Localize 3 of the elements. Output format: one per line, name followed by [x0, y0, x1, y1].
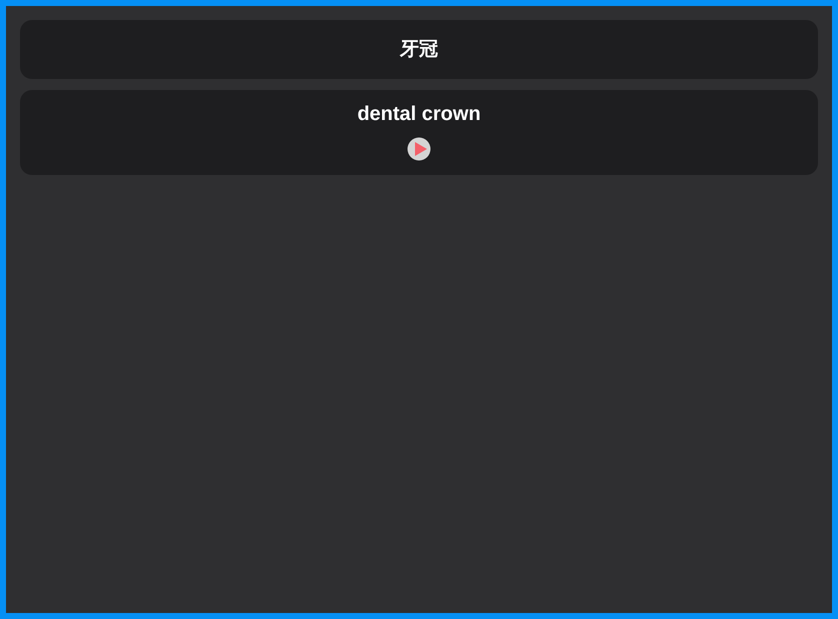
- play-button[interactable]: [407, 137, 431, 161]
- source-word: 牙冠: [400, 37, 438, 62]
- translation-text: dental crown: [357, 102, 481, 127]
